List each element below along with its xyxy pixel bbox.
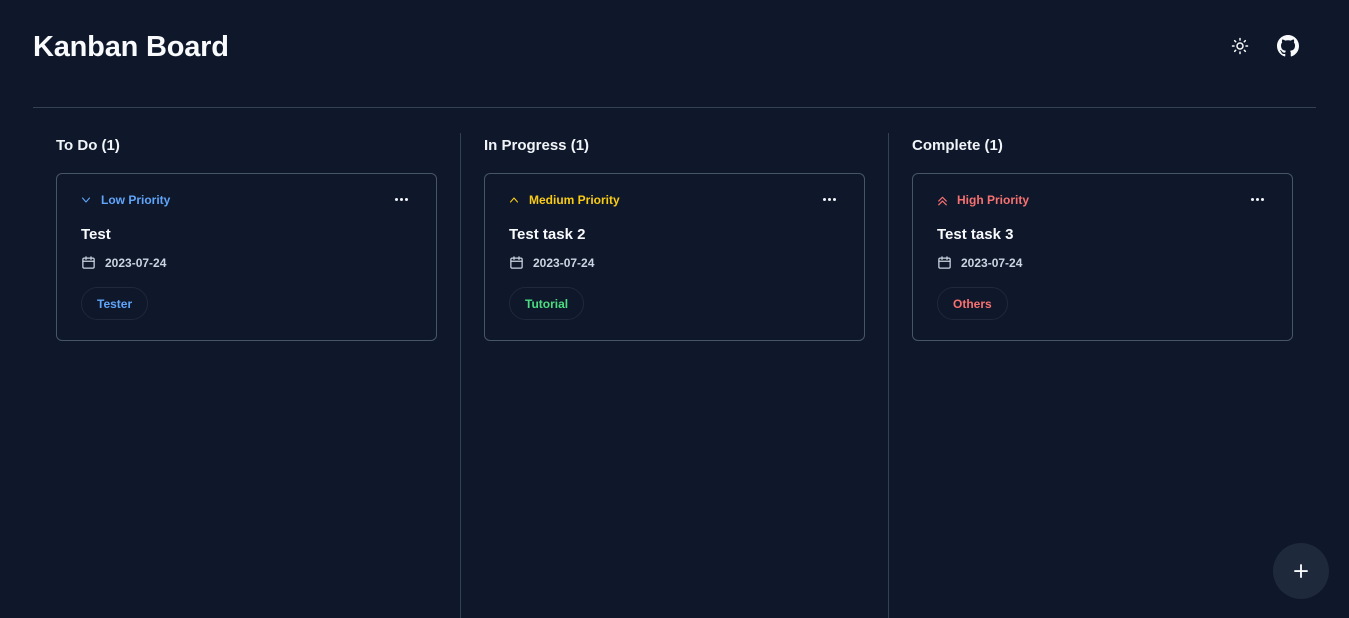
more-icon-dot xyxy=(394,197,398,201)
priority-text: High Priority xyxy=(957,193,1030,207)
priority-label: High Priority xyxy=(935,193,1029,207)
chevron-up-icon xyxy=(507,193,521,207)
task-card[interactable]: Medium Priority Test task 2 2023-07-24 T… xyxy=(484,173,865,341)
sun-icon xyxy=(1231,37,1249,55)
card-title: Test task 3 xyxy=(937,226,1014,243)
calendar-icon xyxy=(510,256,523,269)
task-card[interactable]: High Priority Test task 3 2023-07-24 Oth… xyxy=(912,173,1293,341)
more-icon-dot xyxy=(399,197,403,201)
column-todo: To Do (1) Low Priority Test 2023-07-24 T… xyxy=(33,133,460,618)
kanban-app: Kanban Board To Do (1) Low Priority Test… xyxy=(0,0,1349,618)
github-icon xyxy=(1277,35,1299,57)
chevron-down-icon xyxy=(79,193,93,207)
chevrons-up-icon xyxy=(935,193,949,207)
more-icon-dot xyxy=(827,197,831,201)
github-link-button[interactable] xyxy=(1276,34,1300,58)
priority-label: Medium Priority xyxy=(507,193,620,207)
more-icon-dot xyxy=(822,197,826,201)
add-task-button[interactable] xyxy=(1273,543,1329,599)
card-menu-button[interactable] xyxy=(818,190,840,208)
priority-text: Medium Priority xyxy=(529,193,620,207)
column-in-progress: In Progress (1) Medium Priority Test tas… xyxy=(460,133,888,618)
date-text: 2023-07-24 xyxy=(961,255,1023,270)
header-actions xyxy=(1228,34,1300,58)
column-title: To Do (1) xyxy=(56,137,120,154)
card-menu-button[interactable] xyxy=(390,190,412,208)
date-text: 2023-07-24 xyxy=(533,255,595,270)
more-icon-dot xyxy=(1250,197,1254,201)
priority-label: Low Priority xyxy=(79,193,170,207)
column-title: In Progress (1) xyxy=(484,137,590,154)
column-complete: Complete (1) High Priority Test task 3 2… xyxy=(888,133,1316,618)
date-text: 2023-07-24 xyxy=(105,255,167,270)
calendar-icon xyxy=(938,256,951,269)
more-icon-dot xyxy=(1260,197,1264,201)
tag-chip[interactable]: Others xyxy=(937,287,1008,320)
more-icon-dot xyxy=(404,197,408,201)
theme-toggle-button[interactable] xyxy=(1228,34,1252,58)
calendar-icon xyxy=(82,256,95,269)
more-icon-dot xyxy=(1255,197,1259,201)
card-date: 2023-07-24 xyxy=(81,255,166,270)
page-title: Kanban Board xyxy=(33,31,229,63)
card-date: 2023-07-24 xyxy=(509,255,594,270)
card-date: 2023-07-24 xyxy=(937,255,1022,270)
priority-text: Low Priority xyxy=(101,193,171,207)
card-menu-button[interactable] xyxy=(1246,190,1268,208)
kanban-board: To Do (1) Low Priority Test 2023-07-24 T… xyxy=(33,133,1316,618)
card-title: Test task 2 xyxy=(509,226,586,243)
plus-icon xyxy=(1294,564,1308,578)
task-card[interactable]: Low Priority Test 2023-07-24 Tester xyxy=(56,173,437,341)
card-title: Test xyxy=(81,226,111,243)
column-title: Complete (1) xyxy=(912,137,1003,154)
more-icon-dot xyxy=(832,197,836,201)
tag-chip[interactable]: Tutorial xyxy=(509,287,585,320)
header: Kanban Board xyxy=(33,0,1316,108)
tag-chip[interactable]: Tester xyxy=(81,287,149,320)
